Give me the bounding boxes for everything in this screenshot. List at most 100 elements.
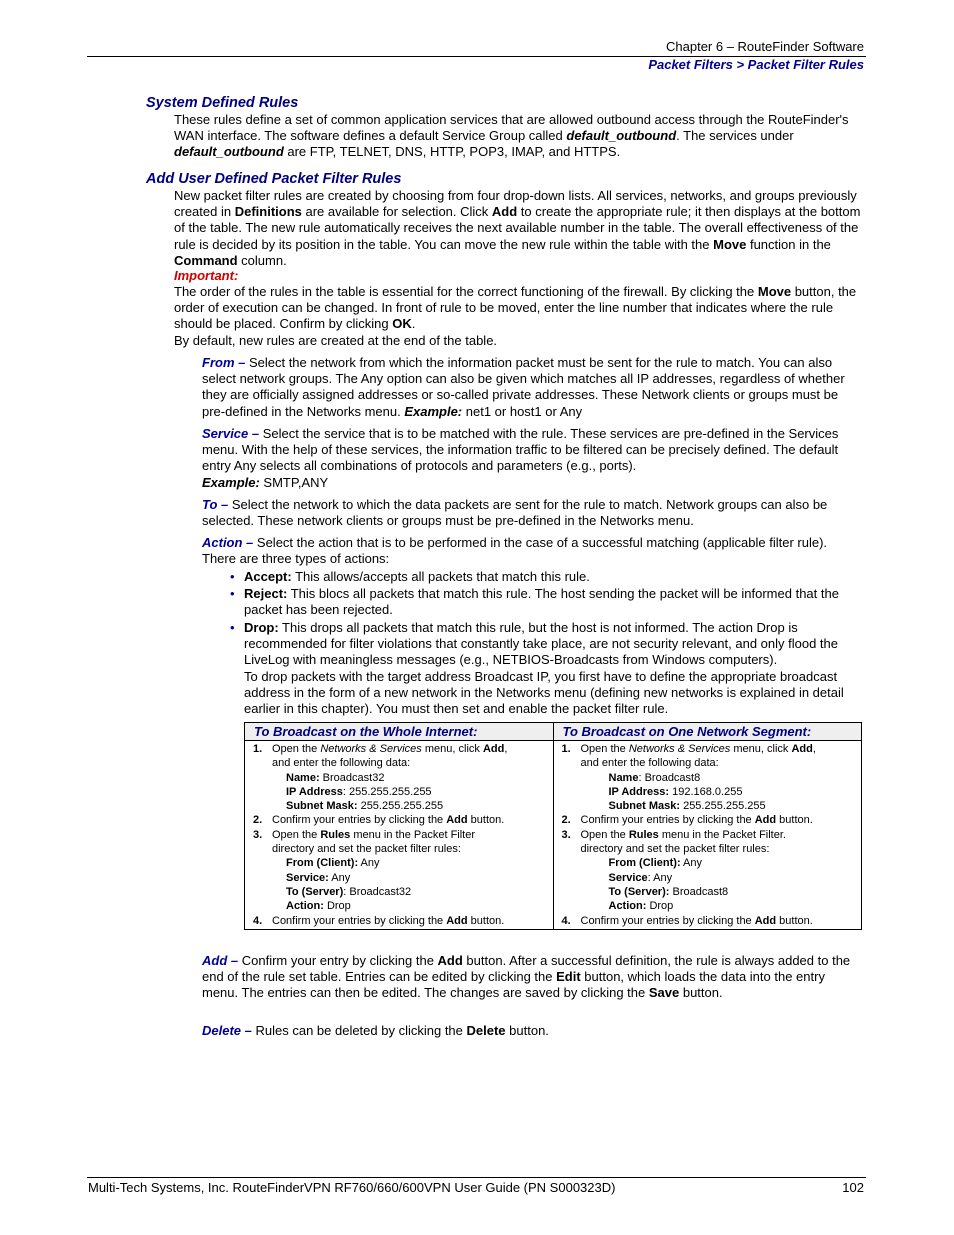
- field-term: Action –: [202, 535, 254, 550]
- example-value: net1 or host1 or Any: [462, 403, 583, 419]
- heading-add-user-defined-rules: Add User Defined Packet Filter Rules: [146, 171, 402, 187]
- bold-term: Edit: [556, 969, 581, 985]
- text: Open the: [580, 828, 629, 841]
- text: are available for selection. Click: [301, 204, 492, 220]
- text: ,: [504, 743, 508, 755]
- text: and enter the following data:: [580, 757, 719, 770]
- text: .: [411, 316, 416, 332]
- bold-term: Add: [754, 914, 777, 927]
- step-4: 4. Confirm your entries by clicking the A…: [562, 914, 858, 928]
- heading-system-defined-rules: System Defined Rules: [146, 95, 299, 111]
- field-label: IP Address:: [608, 785, 670, 798]
- field-label: Subnet Mask:: [608, 800, 681, 813]
- text: This drops all packets that match this r…: [244, 619, 838, 668]
- action-types-list: Accept: This allows/accepts all packets …: [228, 569, 868, 669]
- field-value: 255.255.255.255: [680, 800, 766, 813]
- field-add-description: Add – Confirm your entry by clicking the…: [202, 953, 864, 1002]
- page-number: 102: [842, 1180, 864, 1195]
- field-value: Drop: [646, 900, 674, 913]
- menu-name: Networks & Services: [320, 743, 422, 755]
- field-name: Name: Broadcast8: [581, 771, 858, 785]
- text: Confirm your entries by clicking the: [580, 914, 755, 927]
- bold-term: OK: [392, 316, 412, 332]
- example-label: Example:: [202, 474, 260, 490]
- footer-document-title: Multi-Tech Systems, Inc. RouteFinderVPN …: [88, 1180, 616, 1195]
- field-action: Action: Drop: [272, 899, 549, 913]
- field-label: Subnet Mask:: [286, 800, 358, 813]
- bold-term: Move: [713, 236, 747, 252]
- action-label: Reject:: [244, 586, 288, 602]
- step-number: 1.: [253, 743, 263, 755]
- field-value: Broadcast32: [319, 771, 385, 784]
- field-term: Service –: [202, 426, 260, 441]
- column-header-network-segment: To Broadcast on One Network Segment:: [552, 722, 862, 741]
- bold-term: Add: [491, 204, 518, 220]
- bold-term: Definitions: [234, 204, 302, 220]
- bold-term: Add: [446, 814, 468, 827]
- text: ,: [812, 743, 816, 755]
- step-2: 2. Confirm your entries by clicking the A…: [253, 813, 549, 827]
- field-ip-address: IP Address: 255.255.255.255: [272, 785, 549, 799]
- field-value: 255.255.255.255: [357, 800, 444, 813]
- bold-term: Add: [446, 914, 468, 927]
- bold-term: Move: [757, 284, 792, 299]
- bold-term: Add: [754, 814, 777, 827]
- text: Select the service that is to be matched…: [202, 426, 839, 474]
- text: Confirm your entries by clicking the: [272, 814, 447, 827]
- step-4: 4. Confirm your entries by clicking the A…: [253, 914, 549, 928]
- header-section-breadcrumb: Packet Filters > Packet Filter Rules: [648, 57, 864, 72]
- text: button.: [679, 985, 723, 1001]
- text: and enter the following data:: [272, 757, 411, 770]
- field-label: From (Client):: [608, 857, 681, 870]
- field-to: To (Server): Broadcast8: [581, 885, 858, 899]
- text: directory and set the packet filter rule…: [580, 843, 770, 856]
- text: This blocs all packets that match this r…: [244, 586, 839, 618]
- action-label: Drop:: [244, 619, 279, 635]
- field-name: Name: Broadcast32: [272, 771, 549, 785]
- list-item-reject: Reject: This blocs all packets that matc…: [228, 586, 868, 618]
- header-chapter: Chapter 6 – RouteFinder Software: [666, 39, 864, 54]
- field-value: : 255.255.255.255: [342, 785, 432, 798]
- field-service: Service: Any: [581, 871, 858, 885]
- field-to-description: To – Select the network to which the dat…: [202, 497, 864, 529]
- bold-term: Add: [791, 743, 813, 755]
- text: directory and set the packet filter rule…: [272, 843, 461, 856]
- text: Rules can be deleted by clicking the: [251, 1023, 467, 1038]
- step-number: 4.: [253, 914, 263, 927]
- bold-term: Delete: [466, 1023, 506, 1038]
- service-group-name: default_outbound: [174, 144, 284, 160]
- field-value: : Broadcast8: [638, 771, 701, 784]
- field-value: Any: [680, 857, 703, 870]
- field-term: To –: [202, 497, 229, 512]
- field-from: From (Client): Any: [272, 856, 549, 870]
- field-subnet-mask: Subnet Mask: 255.255.255.255: [272, 799, 549, 813]
- table-header-row: To Broadcast on the Whole Internet: To B…: [244, 722, 862, 741]
- instructions-network-segment: 1. Open the Networks & Services menu, cli…: [552, 740, 862, 930]
- field-label: Action:: [608, 900, 647, 913]
- field-value: : Any: [647, 871, 673, 884]
- field-action-description: Action – Select the action that is to be…: [202, 535, 864, 567]
- field-value: Drop: [323, 900, 351, 913]
- step-number: 3.: [561, 828, 571, 841]
- field-term: Delete –: [202, 1023, 252, 1038]
- bold-term: Command: [174, 252, 238, 268]
- field-term: From –: [202, 355, 246, 370]
- field-subnet-mask: Subnet Mask: 255.255.255.255: [581, 799, 858, 813]
- field-action: Action: Drop: [581, 899, 858, 913]
- step-number: 1.: [561, 743, 571, 755]
- bold-term: Save: [648, 985, 680, 1001]
- field-value: 192.168.0.255: [669, 785, 743, 798]
- bold-term: Add: [482, 743, 505, 755]
- field-value: Any: [358, 857, 380, 870]
- text: button.: [467, 814, 505, 827]
- step-1: 1. Open the Networks & Services menu, cli…: [253, 742, 549, 813]
- step-number: 3.: [253, 828, 263, 841]
- text: Confirm your entries by clicking the: [272, 914, 447, 927]
- text: button.: [467, 914, 505, 927]
- text: menu in the Packet Filter.: [658, 828, 786, 841]
- field-to: To (Server): Broadcast32: [272, 885, 549, 899]
- text: This allows/accepts all packets that mat…: [291, 569, 590, 584]
- text: are FTP, TELNET, DNS, HTTP, POP3, IMAP, …: [283, 144, 621, 160]
- step-number: 4.: [561, 914, 571, 927]
- table-row: 1. Open the Networks & Services menu, cli…: [244, 740, 862, 930]
